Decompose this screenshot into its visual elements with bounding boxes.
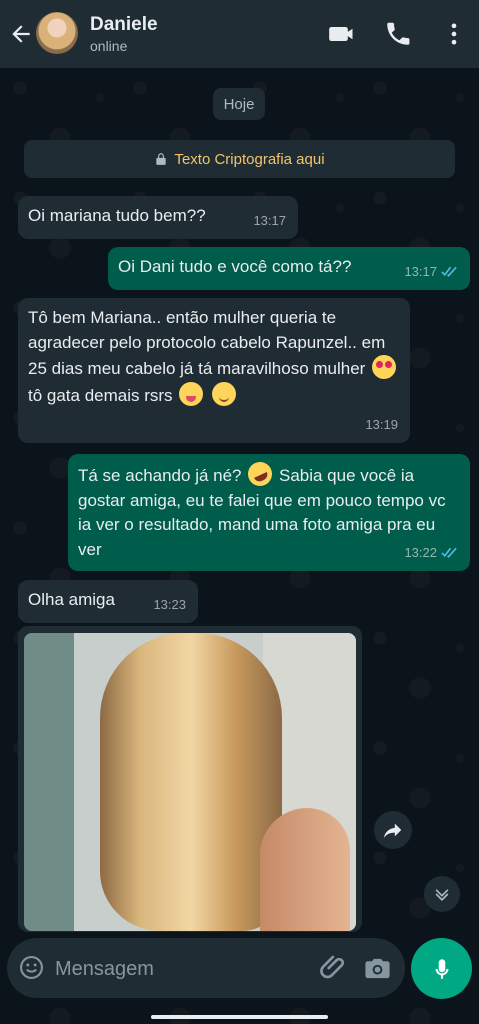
video-call-icon[interactable]	[328, 20, 356, 48]
back-arrow-icon[interactable]	[8, 21, 34, 47]
tongue-squint-emoji-icon	[179, 381, 204, 406]
lock-icon	[156, 153, 167, 165]
forward-button[interactable]	[374, 811, 412, 849]
message-time: 13:22	[404, 541, 458, 566]
relieved-face-emoji-icon	[212, 381, 237, 406]
home-indicator[interactable]	[151, 1015, 328, 1019]
message-text: Tô bem Mariana.. então mulher queria te …	[28, 308, 386, 378]
message-text: Olha amiga	[28, 590, 115, 609]
message-input[interactable]	[53, 952, 297, 986]
double-chevron-down-icon	[435, 889, 449, 902]
message-bubble-incoming[interactable]: Olha amiga 13:23	[18, 580, 198, 623]
message-time: 13:19	[365, 416, 398, 432]
contact-status: online	[90, 38, 128, 54]
hair-photo[interactable]	[24, 633, 356, 931]
more-vertical-icon[interactable]	[440, 20, 468, 48]
message-text: Tá se achando já né?	[78, 466, 242, 485]
message-text: tô gata demais rsrs	[28, 385, 173, 405]
read-ticks-icon	[441, 266, 457, 278]
message-text: Oi Dani tudo e você como tá??	[118, 257, 352, 276]
message-bubble-incoming[interactable]: Tô bem Mariana.. então mulher queria te …	[18, 298, 410, 443]
scroll-to-bottom-button[interactable]	[424, 876, 460, 912]
forward-icon	[383, 823, 402, 838]
long-blonde-hair	[100, 633, 282, 931]
message-bubble-outgoing[interactable]: Oi Dani tudo e você como tá?? 13:17	[108, 247, 470, 290]
message-composer	[7, 938, 405, 998]
phone-icon[interactable]	[384, 20, 412, 48]
shoulder	[260, 808, 350, 931]
message-time: 13:17	[404, 260, 458, 285]
voice-message-button[interactable]	[411, 938, 472, 999]
contact-name[interactable]: Daniele	[90, 14, 158, 36]
chat-header: Daniele online	[0, 0, 479, 68]
read-ticks-icon	[441, 547, 457, 559]
contact-avatar[interactable]	[36, 12, 78, 54]
microphone-icon	[435, 958, 448, 979]
emoji-icon[interactable]	[19, 955, 44, 980]
encryption-text: Texto Criptografia aqui	[174, 150, 325, 168]
camera-icon[interactable]	[363, 954, 392, 983]
message-time: 13:17	[253, 212, 286, 228]
encryption-notice[interactable]: Texto Criptografia aqui	[24, 140, 455, 178]
message-time: 13:23	[153, 596, 186, 612]
image-message[interactable]	[18, 626, 362, 932]
message-bubble-incoming[interactable]: Oi mariana tudo bem?? 13:17	[18, 196, 298, 239]
paperclip-icon[interactable]	[319, 953, 348, 982]
date-chip: Hoje	[213, 88, 265, 120]
rolling-laughing-emoji-icon	[244, 458, 277, 490]
heart-eyes-emoji-icon	[372, 355, 397, 379]
message-text: Oi mariana tudo bem??	[28, 206, 206, 225]
message-bubble-outgoing[interactable]: Tá se achando já né? Sabia que você ia g…	[68, 454, 470, 571]
